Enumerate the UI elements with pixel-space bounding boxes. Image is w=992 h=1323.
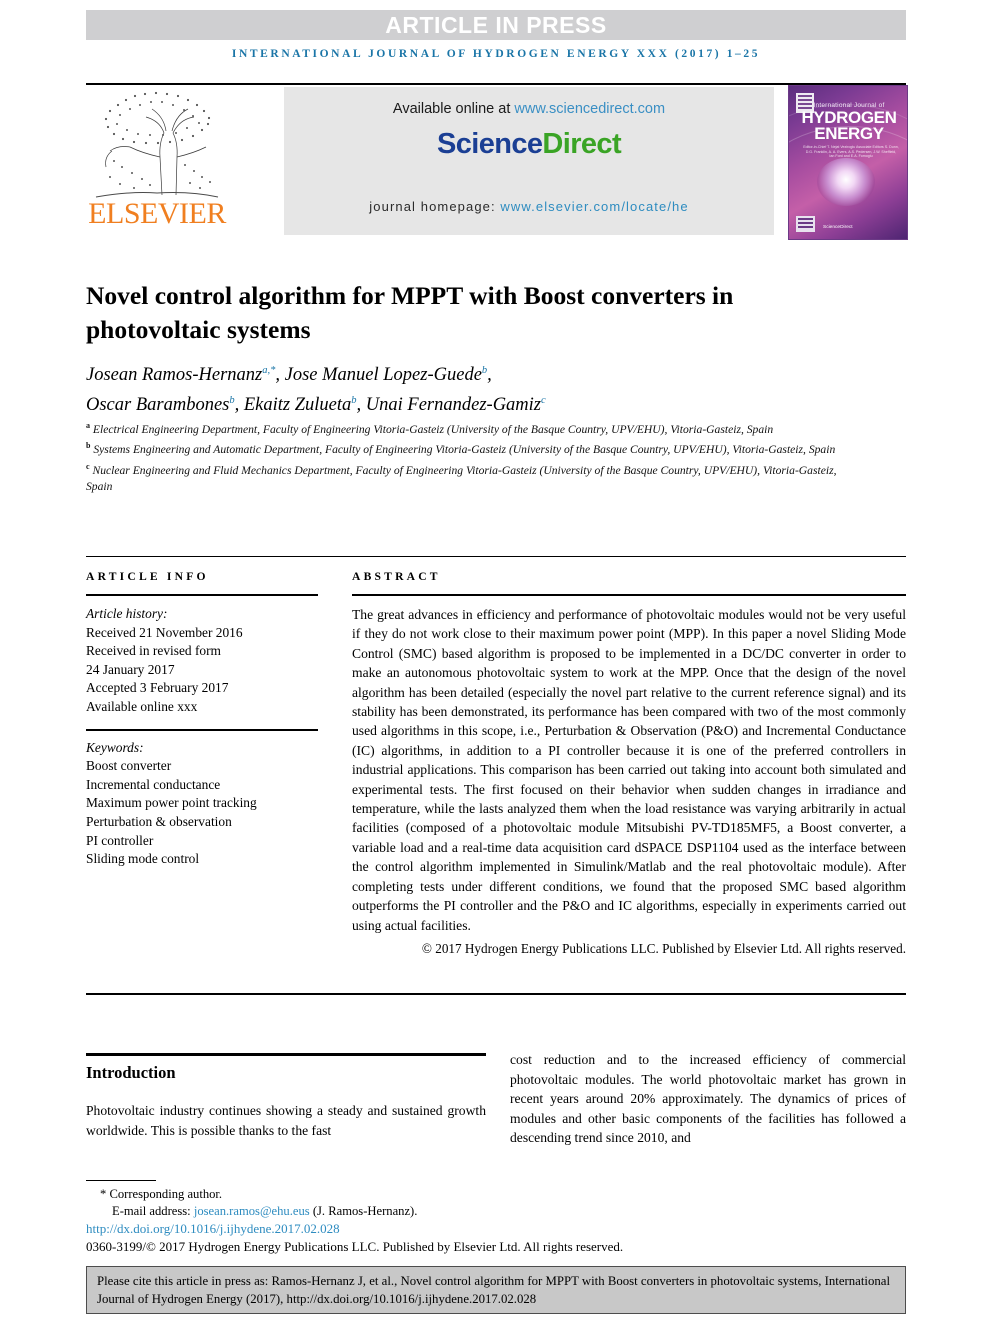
cover-ihea-badge-icon: [796, 216, 815, 232]
email-label: E-mail address:: [112, 1204, 194, 1218]
affiliation-marker: a: [86, 421, 90, 430]
affiliation-marker: b: [86, 441, 91, 451]
sciencedirect-link[interactable]: www.sciencedirect.com: [514, 101, 665, 117]
abstract-copyright: © 2017 Hydrogen Energy Publications LLC.…: [421, 940, 906, 956]
cite-request-box: Please cite this article in press as: Ra…: [86, 1266, 906, 1314]
author-affil-marker: a,*: [262, 365, 276, 376]
footnote-rule: [86, 1180, 156, 1181]
keywords-divider-rule: [86, 728, 318, 731]
abstract-rule: [352, 594, 906, 596]
article-info-heading: ARTICLE INFO: [86, 570, 209, 583]
introduction-heading: Introduction: [86, 1063, 176, 1082]
email-line: E-mail address: josean.ramos@ehu.eus (J.…: [86, 1203, 646, 1220]
affiliation-item: c Nuclear Engineering and Fluid Mechanic…: [86, 459, 846, 496]
corresponding-author-note: * Corresponding author.: [100, 1187, 223, 1201]
author-name: Oscar Barambones: [86, 395, 230, 416]
available-online-prefix: Available online at: [392, 101, 515, 117]
author-name: Josean Ramos-Hernanz: [86, 365, 263, 386]
sciencedirect-logo: ScienceDirect: [284, 128, 774, 161]
page-title: Novel control algorithm for MPPT with Bo…: [86, 281, 734, 345]
keyword-item: Perturbation & observation: [86, 813, 232, 829]
elsevier-logo-block: ELSEVIER: [86, 87, 231, 237]
cover-editors-text: Editor-in-Chief T. Nejat Veziroglu Assoc…: [803, 145, 899, 159]
article-history-item: Received 21 November 2016: [86, 624, 243, 640]
article-history-item: Available online xxx: [86, 698, 198, 714]
keyword-item: Maximum power point tracking: [86, 795, 257, 811]
email-link[interactable]: josean.ramos@ehu.eus: [194, 1204, 310, 1218]
elsevier-wordmark: ELSEVIER: [88, 197, 226, 230]
article-history-label: Article history:: [86, 606, 168, 621]
author-affil-marker: c: [541, 395, 546, 407]
author-separator: ,: [487, 365, 492, 386]
keywords-block: Keywords: Boost converter Incremental co…: [86, 739, 318, 869]
sciencedirect-panel: Available online at www.sciencedirect.co…: [284, 87, 774, 235]
cover-sphere-graphic: [817, 158, 875, 206]
introduction-column-right: cost reduction and to the increased effi…: [510, 1052, 906, 1146]
affiliation-item: a Electrical Engineering Department, Fac…: [86, 418, 846, 438]
keyword-item: Incremental conductance: [86, 776, 221, 792]
article-history-item: Received in revised form: [86, 643, 221, 659]
author-list: Josean Ramos-Hernanza,*, Jose Manuel Lop…: [86, 358, 846, 418]
article-history-item: Accepted 3 February 2017: [86, 680, 229, 696]
journal-homepage-prefix: journal homepage:: [369, 199, 501, 214]
article-page: ARTICLE IN PRESS INTERNATIONAL JOURNAL O…: [0, 0, 992, 1323]
sciencedirect-logo-science: Science: [436, 128, 543, 160]
masthead: ELSEVIER Available online at www.science…: [86, 85, 908, 240]
footnote-block: * Corresponding author. E-mail address: …: [86, 1186, 646, 1220]
article-in-press-banner: ARTICLE IN PRESS: [86, 10, 906, 40]
article-history-block: Article history: Received 21 November 20…: [86, 605, 318, 717]
affiliation-text: Systems Engineering and Automatic Depart…: [93, 443, 836, 457]
author-name: , Unai Fernandez-Gamiz: [356, 395, 541, 416]
author-name: , Jose Manuel Lopez-Guede: [275, 365, 482, 386]
article-info-rule: [86, 594, 318, 596]
affiliation-text: Electrical Engineering Department, Facul…: [92, 422, 774, 436]
issn-copyright-line: 0360-3199/© 2017 Hydrogen Energy Publica…: [86, 1239, 624, 1254]
affiliation-marker: c: [86, 461, 90, 471]
sciencedirect-logo-direct: Direct: [542, 128, 622, 160]
affiliation-item: b Systems Engineering and Automatic Depa…: [86, 438, 846, 458]
cite-request-text: Please cite this article in press as: Ra…: [97, 1274, 891, 1306]
keyword-item: PI controller: [86, 832, 154, 848]
abstract-section-top-rule: [86, 556, 906, 557]
elsevier-tree-icon: [90, 87, 224, 199]
affiliation-text: Nuclear Engineering and Fluid Mechanics …: [86, 463, 837, 494]
doi-link[interactable]: http://dx.doi.org/10.1016/j.ijhydene.201…: [86, 1221, 340, 1237]
abstract-body: The great advances in efficiency and per…: [352, 607, 906, 933]
cover-title-energy: ENERGY: [814, 124, 884, 143]
available-online-line: Available online at www.sciencedirect.co…: [284, 101, 774, 117]
article-info-column: ARTICLE INFO Article history: Received 2…: [86, 570, 318, 869]
keywords-label: Keywords:: [86, 739, 144, 755]
journal-cover-thumbnail: International Journal of HYDROGEN ENERGY…: [788, 85, 908, 240]
abstract-heading: ABSTRACT: [352, 570, 441, 583]
email-suffix: (J. Ramos-Hernanz).: [309, 1204, 418, 1218]
abstract-column: ABSTRACT The great advances in efficienc…: [352, 570, 906, 957]
author-name: , Ekaitz Zulueta: [234, 395, 352, 416]
keyword-item: Sliding mode control: [86, 851, 200, 867]
abstract-bottom-rule: [86, 993, 906, 995]
journal-homepage-line: journal homepage: www.elsevier.com/locat…: [284, 199, 774, 214]
keyword-item: Boost converter: [86, 758, 172, 774]
introduction-rule: [86, 1053, 486, 1056]
affiliation-list: a Electrical Engineering Department, Fac…: [86, 418, 846, 496]
article-history-item: 24 January 2017: [86, 661, 175, 677]
introduction-column-left: Photovoltaic industry continues showing …: [86, 1103, 486, 1138]
journal-homepage-link[interactable]: www.elsevier.com/locate/he: [500, 199, 688, 214]
journal-running-head: INTERNATIONAL JOURNAL OF HYDROGEN ENERGY…: [231, 48, 761, 60]
cover-sciencedirect-mark: ScienceDirect: [823, 225, 853, 230]
